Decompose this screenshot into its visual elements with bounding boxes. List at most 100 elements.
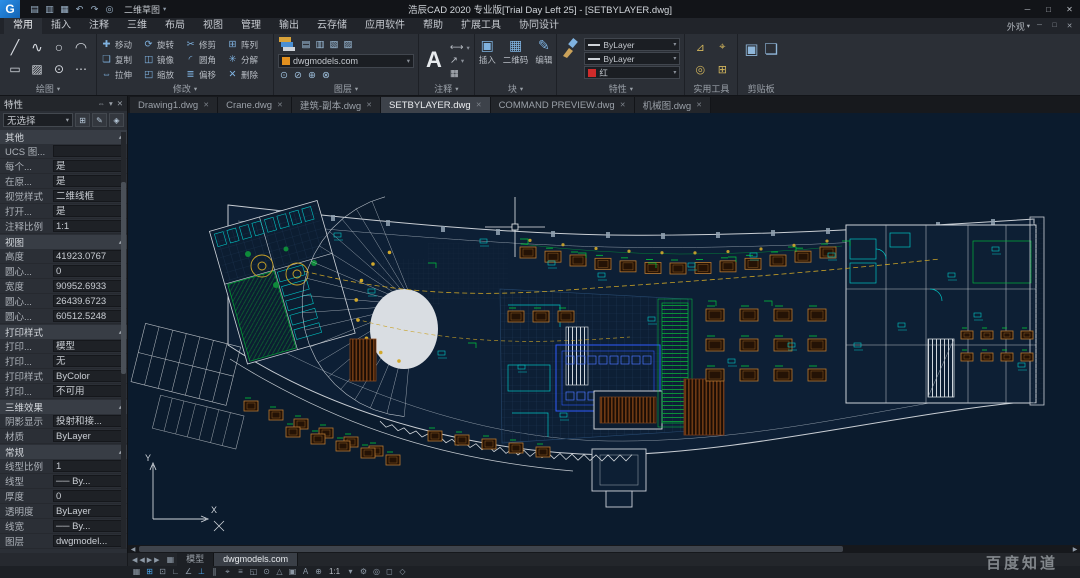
dynamic-ucs-icon[interactable]: ▣ bbox=[286, 566, 299, 578]
dynamic-input-icon[interactable]: ⌖ bbox=[221, 566, 234, 578]
line-icon[interactable]: ╱ bbox=[11, 39, 19, 56]
ortho-icon[interactable]: ∟ bbox=[169, 566, 182, 578]
hatch-icon[interactable]: ▨ bbox=[31, 62, 42, 76]
doc-restore-button[interactable]: □ bbox=[1047, 22, 1062, 30]
ribbon-tab-5[interactable]: 视图 bbox=[194, 18, 232, 34]
property-value[interactable]: 是 bbox=[53, 175, 124, 187]
scroll-right-icon[interactable]: ▶ bbox=[1070, 546, 1080, 553]
copy-button[interactable]: ❏复制 bbox=[101, 54, 143, 66]
prev-layout-icon[interactable]: ◀ bbox=[139, 556, 144, 564]
annotation-monitor-icon[interactable]: ◎ bbox=[370, 566, 383, 578]
property-value[interactable]: 无 bbox=[53, 355, 124, 367]
units-icon[interactable]: ◻ bbox=[383, 566, 396, 578]
minimize-button[interactable]: ─ bbox=[1017, 1, 1038, 17]
snap-icon[interactable]: ⊡ bbox=[156, 566, 169, 578]
layout-tab-1[interactable]: dwgmodels.com bbox=[214, 553, 298, 566]
property-value[interactable]: 二维线框 bbox=[53, 190, 124, 202]
annotation-visibility-icon[interactable]: A bbox=[299, 566, 312, 578]
ribbon-tab-2[interactable]: 注释 bbox=[80, 18, 118, 34]
fillet-button[interactable]: ◜圆角 bbox=[185, 54, 227, 66]
rotate-button[interactable]: ⟳旋转 bbox=[143, 39, 185, 51]
auto-hide-icon[interactable]: ⇔ bbox=[97, 99, 105, 108]
trim-button[interactable]: ✂修剪 bbox=[185, 39, 227, 51]
ribbon-tab-4[interactable]: 布局 bbox=[156, 18, 194, 34]
autoscale-icon[interactable]: ⊕ bbox=[312, 566, 325, 578]
toggle-pickadd-icon[interactable]: ⊞ bbox=[75, 113, 90, 127]
layer-isolate-icon[interactable]: ⊙ bbox=[278, 70, 290, 81]
drawing-viewport[interactable]: Y X bbox=[128, 113, 1080, 545]
scroll-left-icon[interactable]: ◀ bbox=[128, 546, 138, 553]
close-icon[interactable]: ✕ bbox=[277, 101, 283, 109]
panel-settings-icon[interactable]: ▾ bbox=[109, 99, 113, 108]
array-button[interactable]: ⊞阵列 bbox=[227, 39, 269, 51]
leader-button[interactable]: ↗▾ bbox=[450, 55, 470, 66]
polyline-icon[interactable]: ∿ bbox=[31, 39, 43, 56]
transparency-icon[interactable]: ◱ bbox=[247, 566, 260, 578]
edit-block-button[interactable]: ✎编辑 bbox=[535, 38, 552, 66]
property-value[interactable]: 是 bbox=[53, 160, 124, 172]
selection-cycling-icon[interactable]: ⊙ bbox=[260, 566, 273, 578]
calculator-icon[interactable]: ⊞ bbox=[718, 63, 727, 76]
ribbon-tab-6[interactable]: 管理 bbox=[232, 18, 270, 34]
close-icon[interactable]: ✕ bbox=[366, 101, 372, 109]
next-layout-icon[interactable]: ▶ bbox=[147, 556, 152, 564]
first-layout-icon[interactable]: ◀ bbox=[132, 556, 137, 564]
panel-label-draw[interactable]: 绘图▾ bbox=[4, 82, 92, 95]
rectangle-icon[interactable]: ▭ bbox=[9, 62, 20, 76]
property-section-header-0[interactable]: 其他▴ bbox=[0, 130, 127, 144]
grid-icon[interactable]: ⊞ bbox=[143, 566, 156, 578]
panel-label-layer[interactable]: 图层▾ bbox=[278, 82, 414, 95]
ribbon-tab-0[interactable]: 常用 bbox=[4, 18, 42, 34]
text-tool-icon[interactable]: A bbox=[423, 47, 445, 71]
circle-icon[interactable]: ○ bbox=[55, 39, 63, 55]
property-value[interactable]: dwgmodel... bbox=[53, 535, 124, 547]
mirror-button[interactable]: ◫镜像 bbox=[143, 54, 185, 66]
measure-icon[interactable]: ⊿ bbox=[696, 41, 705, 54]
undo-icon[interactable]: ↶ bbox=[73, 4, 86, 15]
layer-unisolate-icon[interactable]: ⊘ bbox=[292, 70, 304, 81]
panel-label-properties[interactable]: 特性▾ bbox=[561, 82, 680, 95]
scale-caret-icon[interactable]: ▾ bbox=[344, 566, 357, 578]
3d-osnap-icon[interactable]: △ bbox=[273, 566, 286, 578]
layer-state-icon[interactable]: ▤ bbox=[300, 39, 312, 50]
match-properties-icon[interactable] bbox=[561, 38, 579, 58]
document-tab-3[interactable]: SETBYLAYER.dwg✕ bbox=[381, 97, 491, 113]
layer-off-icon[interactable]: ▨ bbox=[342, 39, 354, 50]
document-tab-4[interactable]: COMMAND PREVIEW.dwg✕ bbox=[491, 97, 635, 113]
scale-button[interactable]: ◰缩放 bbox=[143, 69, 185, 81]
property-value[interactable]: ByLayer bbox=[53, 505, 124, 517]
linetype-control[interactable]: ByLayer▾ bbox=[584, 52, 680, 65]
property-value[interactable]: 0 bbox=[53, 490, 124, 502]
close-icon[interactable]: ✕ bbox=[696, 101, 702, 109]
layer-properties-icon[interactable] bbox=[278, 36, 296, 52]
layer-walk-icon[interactable]: ⊗ bbox=[320, 70, 332, 81]
close-icon[interactable]: ✕ bbox=[476, 101, 482, 109]
quick-select-icon[interactable]: ◈ bbox=[109, 113, 124, 127]
property-section-header-4[interactable]: 常规▴ bbox=[0, 445, 127, 459]
model-space-icon[interactable]: ▦ bbox=[130, 566, 143, 578]
id-point-icon[interactable]: ◎ bbox=[696, 63, 706, 76]
layout-tab-0[interactable]: 模型 bbox=[177, 553, 214, 566]
property-value[interactable]: 投射和接... bbox=[53, 415, 124, 427]
redo-icon[interactable]: ↷ bbox=[88, 4, 101, 15]
properties-palette-header[interactable]: 特性 ⇔▾✕ bbox=[0, 96, 127, 111]
select-objects-icon[interactable]: ✎ bbox=[92, 113, 107, 127]
paste-icon[interactable]: ▣ bbox=[744, 40, 758, 58]
table-button[interactable]: ▦ bbox=[450, 68, 470, 79]
property-value[interactable]: ByLayer bbox=[53, 430, 124, 442]
open-file-icon[interactable]: ▥ bbox=[43, 4, 56, 15]
horizontal-scrollbar[interactable]: ◀ ▶ bbox=[128, 545, 1080, 553]
document-tab-1[interactable]: Crane.dwg✕ bbox=[218, 97, 292, 113]
close-button[interactable]: ✕ bbox=[1059, 1, 1080, 17]
property-value[interactable]: 0 bbox=[53, 265, 124, 277]
copy-clip-icon[interactable]: ❏ bbox=[765, 40, 778, 58]
ribbon-tab-3[interactable]: 三维 bbox=[118, 18, 156, 34]
otrack-icon[interactable]: ∥ bbox=[208, 566, 221, 578]
document-tab-2[interactable]: 建筑-副本.dwg✕ bbox=[292, 97, 381, 113]
ribbon-tab-9[interactable]: 应用软件 bbox=[356, 18, 414, 34]
ellipse-icon[interactable]: ⊙ bbox=[54, 62, 64, 76]
close-icon[interactable]: ✕ bbox=[620, 101, 626, 109]
dimension-button[interactable]: ⟷▾ bbox=[450, 42, 470, 53]
lineweight-icon[interactable]: ≡ bbox=[234, 566, 247, 578]
panel-label-utilities[interactable]: 实用工具 bbox=[689, 82, 733, 95]
